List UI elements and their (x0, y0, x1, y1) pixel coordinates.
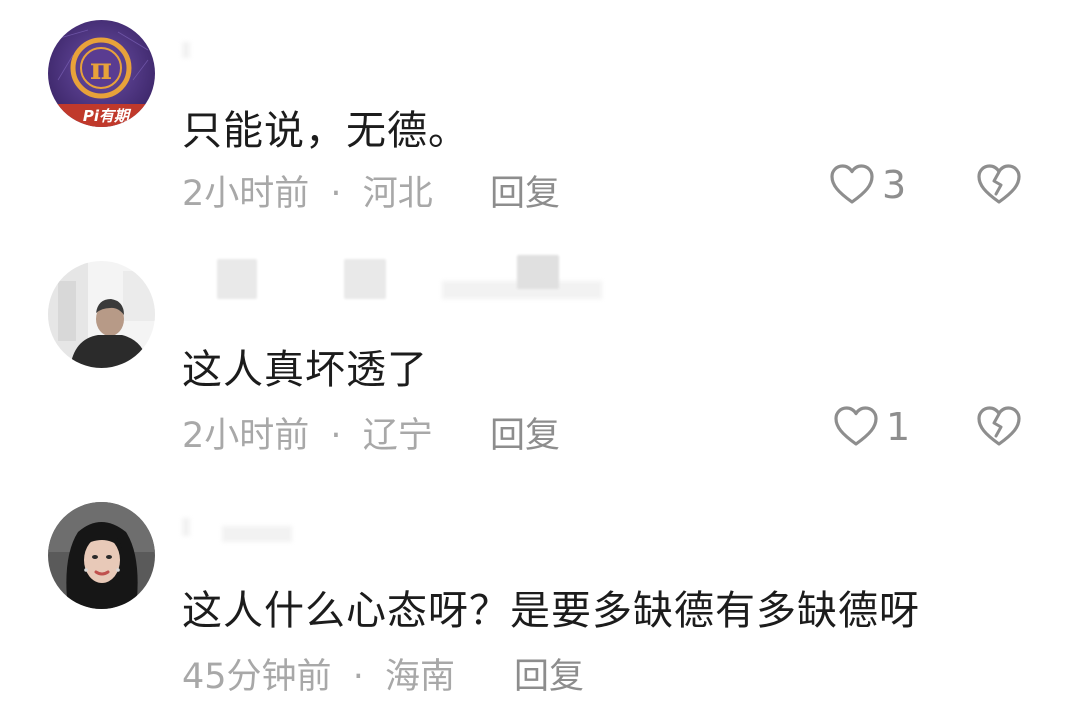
meta-separator: · (330, 174, 342, 214)
comment-time: 2小时前 (182, 416, 310, 456)
comment-item: 这人真坏透了 2小时前 · 辽宁 回复 1 (0, 235, 1080, 480)
heart-outline-icon (834, 406, 878, 446)
comment-text: 这人真坏透了 (182, 347, 428, 393)
username-redacted[interactable] (182, 512, 302, 552)
reply-button[interactable]: 回复 (490, 407, 560, 458)
reply-button[interactable]: 回复 (514, 648, 584, 699)
like-button[interactable]: 3 (828, 160, 906, 210)
avatar[interactable]: π Pi有期 (48, 20, 155, 127)
reply-button[interactable]: 回复 (490, 165, 560, 216)
username-redacted[interactable] (182, 255, 602, 299)
broken-heart-icon (977, 164, 1021, 204)
dislike-button[interactable] (975, 403, 1023, 451)
meta-separator: · (352, 657, 364, 697)
comment-time: 45分钟前 (182, 657, 332, 697)
avatar[interactable] (48, 261, 155, 368)
comment-meta: 2小时前 · 河北 (182, 165, 433, 216)
comment-text: 这人什么心态呀？是要多缺德有多缺德呀 (182, 588, 920, 634)
heart-outline-icon (830, 164, 874, 204)
like-count: 3 (882, 163, 907, 207)
comment-location: 河北 (362, 174, 433, 214)
comment-item: π Pi有期 只能说，无德。 2小时前 · 河北 回复 3 (0, 0, 1080, 235)
avatar-pi-image: π Pi有期 (48, 20, 155, 127)
like-count: 1 (886, 405, 911, 449)
comment-time: 2小时前 (182, 174, 310, 214)
like-button[interactable]: 1 (832, 402, 910, 452)
comment-meta: 2小时前 · 辽宁 (182, 407, 433, 458)
avatar-man-photo (48, 261, 155, 368)
dislike-button[interactable] (975, 161, 1023, 209)
avatar-woman-photo (48, 502, 155, 609)
svg-text:π: π (90, 52, 112, 87)
comment-meta: 45分钟前 · 海南 (182, 648, 455, 699)
comment-text: 只能说，无德。 (182, 108, 469, 154)
svg-text:Pi有期: Pi有期 (83, 107, 132, 125)
comment-location: 辽宁 (362, 416, 433, 456)
avatar[interactable] (48, 502, 155, 609)
username-redacted[interactable] (182, 38, 212, 78)
comment-item: 这人什么心态呀？是要多缺德有多缺德呀 45分钟前 · 海南 回复 (0, 480, 1080, 705)
comment-location: 海南 (384, 657, 455, 697)
broken-heart-icon (977, 406, 1021, 446)
meta-separator: · (330, 416, 342, 456)
